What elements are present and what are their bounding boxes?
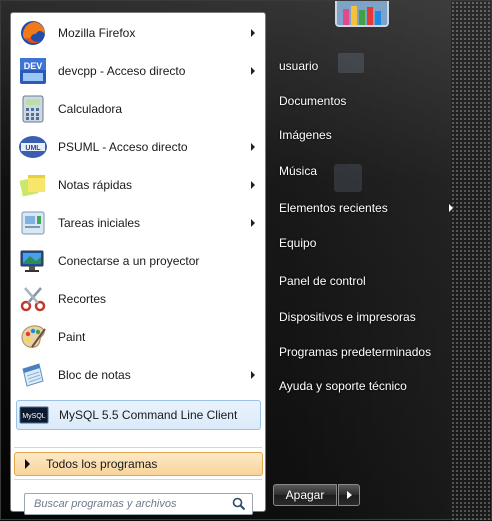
link-panel-de-control[interactable]: Panel de control — [279, 271, 459, 291]
link-label: Dispositivos e impresoras — [279, 310, 416, 324]
program-item-firefox[interactable]: Mozilla Firefox — [16, 15, 261, 50]
program-item-tareas-iniciales[interactable]: Tareas iniciales — [16, 205, 261, 240]
submenu-arrow-icon[interactable] — [251, 370, 255, 379]
link-dispositivos-impresoras[interactable]: Dispositivos e impresoras — [279, 307, 459, 327]
program-label: Bloc de notas — [58, 367, 131, 382]
program-label: PSUML - Acceso directo — [58, 139, 188, 154]
link-ayuda-soporte[interactable]: Ayuda y soporte técnico — [279, 376, 459, 396]
program-label: Paint — [58, 329, 86, 344]
shutdown-group: Apagar — [273, 484, 361, 506]
program-item-paint[interactable]: Paint — [16, 319, 261, 354]
psuml-icon: UML — [18, 132, 48, 162]
submenu-arrow-icon[interactable] — [251, 218, 255, 227]
program-label: Tareas iniciales — [58, 215, 141, 230]
program-item-notas-rapidas[interactable]: Notas rápidas — [16, 167, 261, 202]
submenu-arrow-icon[interactable] — [251, 180, 255, 189]
submenu-arrow-icon[interactable] — [251, 66, 255, 75]
user-picture-icon — [337, 1, 387, 25]
getting-started-icon — [18, 208, 48, 238]
link-usuario[interactable]: usuario — [279, 56, 459, 76]
program-label: Calculadora — [58, 101, 123, 116]
devcpp-icon: DEV — [18, 56, 48, 86]
all-programs-label: Todos los programas — [46, 457, 158, 471]
link-musica[interactable]: Música — [279, 161, 459, 181]
link-label: Imágenes — [279, 128, 332, 142]
program-label: MySQL 5.5 Command Line Client — [59, 408, 238, 422]
projector-icon — [18, 246, 48, 276]
program-label: Recortes — [58, 291, 107, 306]
sticky-notes-icon — [18, 170, 48, 200]
link-label: Música — [279, 164, 318, 178]
notepad-icon — [18, 360, 48, 390]
program-item-devcpp[interactable]: DEV devcpp - Acceso directo — [16, 53, 261, 88]
program-item-bloc-de-notas[interactable]: Bloc de notas — [16, 357, 261, 392]
user-picture[interactable] — [335, 1, 389, 27]
link-equipo[interactable]: Equipo — [279, 233, 459, 253]
programs-panel: Mozilla Firefox DEV devcpp - Acceso dire… — [10, 12, 266, 515]
shutdown-options-button[interactable] — [338, 484, 360, 506]
link-label: Documentos — [279, 94, 347, 108]
svg-text:UML: UML — [25, 145, 41, 152]
program-item-psuml[interactable]: UML PSUML - Acceso directo — [16, 129, 261, 164]
search-input[interactable] — [32, 497, 226, 511]
search-box[interactable] — [24, 493, 253, 515]
link-elementos-recientes[interactable]: Elementos recientes — [279, 198, 469, 218]
program-item-proyector[interactable]: Conectarse a un proyector — [16, 243, 261, 278]
all-programs-button[interactable]: Todos los programas — [14, 452, 263, 476]
link-label: Equipo — [279, 236, 317, 250]
program-label: Mozilla Firefox — [58, 25, 136, 40]
program-item-recortes[interactable]: Recortes — [16, 281, 261, 316]
background-texture — [451, 1, 491, 521]
link-label: Programas predeterminados — [279, 345, 432, 359]
firefox-icon — [18, 18, 48, 48]
calculator-icon — [18, 94, 48, 124]
link-documentos[interactable]: Documentos — [279, 91, 459, 111]
arrow-right-icon — [346, 491, 352, 499]
submenu-arrow-icon[interactable] — [251, 142, 255, 151]
program-label: devcpp - Acceso directo — [58, 63, 186, 78]
program-item-mysql[interactable]: MySQL MySQL 5.5 Command Line Client — [16, 400, 261, 430]
program-label: Conectarse a un proyector — [58, 253, 200, 268]
paint-icon — [18, 322, 48, 352]
link-label: usuario — [279, 59, 319, 73]
shutdown-button[interactable]: Apagar — [273, 484, 337, 506]
submenu-arrow-icon[interactable] — [449, 204, 453, 212]
separator — [14, 447, 262, 448]
program-item-calculadora[interactable]: Calculadora — [16, 91, 261, 126]
link-label: Panel de control — [279, 274, 366, 288]
arrow-right-icon — [25, 459, 30, 469]
search-icon[interactable] — [232, 497, 246, 516]
link-imagenes[interactable]: Imágenes — [279, 125, 459, 145]
svg-text:MySQL: MySQL — [22, 413, 45, 420]
mysql-icon: MySQL — [19, 400, 49, 430]
program-label: Notas rápidas — [58, 177, 133, 192]
submenu-arrow-icon[interactable] — [251, 28, 255, 37]
separator — [14, 479, 262, 480]
svg-text:DEV: DEV — [24, 61, 43, 71]
start-menu: Mozilla Firefox DEV devcpp - Acceso dire… — [0, 0, 492, 521]
link-label: Elementos recientes — [279, 201, 388, 215]
link-label: Ayuda y soporte técnico — [279, 379, 407, 393]
snipping-tool-icon — [18, 284, 48, 314]
link-programas-predeterminados[interactable]: Programas predeterminados — [279, 342, 459, 362]
